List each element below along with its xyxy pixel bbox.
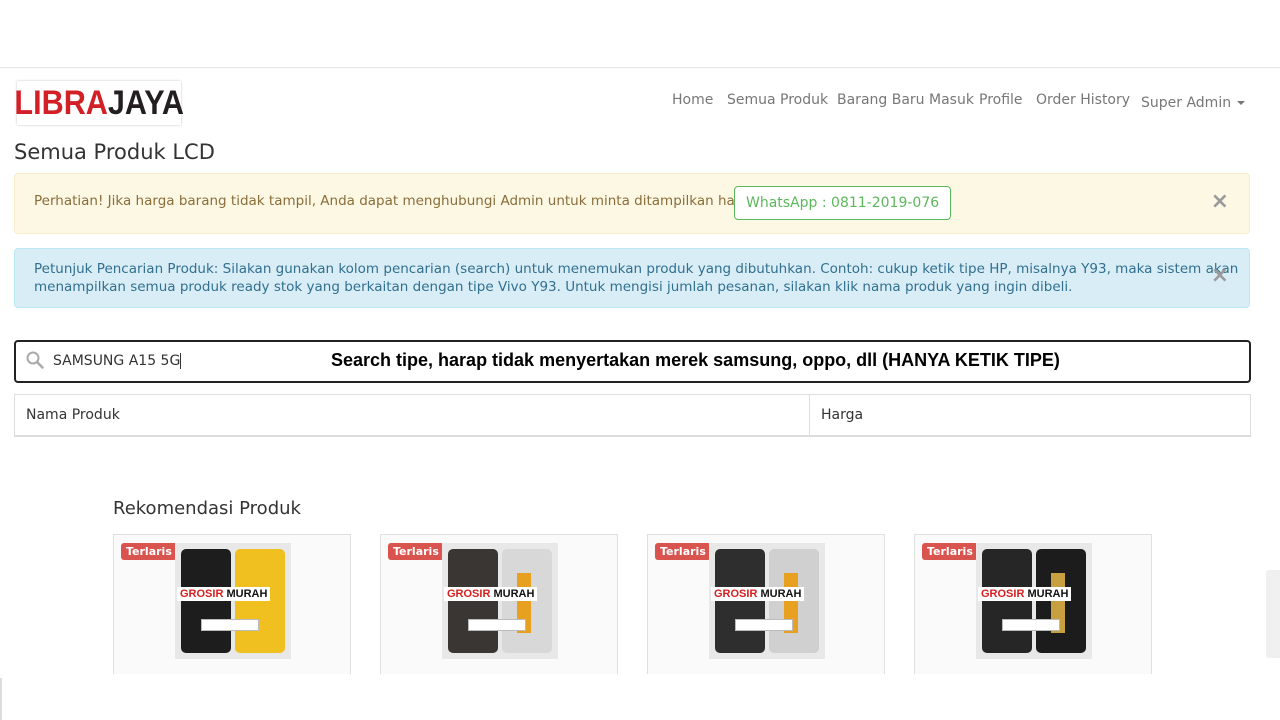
- nav-semua-produk[interactable]: Semua Produk: [727, 92, 828, 108]
- user-menu-label: Super Admin: [1141, 95, 1232, 111]
- bestseller-badge: Terlaris: [388, 543, 444, 560]
- bestseller-badge: Terlaris: [922, 543, 978, 560]
- info-alert-line-2: menampilkan semua produk ready stok yang…: [34, 279, 1073, 295]
- product-card[interactable]: Terlaris GROSIR MURAH: [647, 534, 885, 674]
- product-image[interactable]: GROSIR MURAH: [709, 543, 825, 659]
- product-image[interactable]: GROSIR MURAH: [175, 543, 291, 659]
- product-image[interactable]: GROSIR MURAH: [976, 543, 1092, 659]
- recommendation-title: Rekomendasi Produk: [113, 498, 301, 519]
- promo-label: GROSIR MURAH: [978, 587, 1072, 601]
- edge-divider: [0, 678, 2, 720]
- nav-profile[interactable]: Profile: [979, 92, 1023, 108]
- warning-alert: Perhatian! Jika harga barang tidak tampi…: [14, 173, 1250, 234]
- logo-text: LIBRAJAYA: [14, 86, 184, 120]
- logo-part-libra: LIBRA: [14, 84, 108, 122]
- product-table-header: Nama Produk Harga: [14, 394, 1251, 437]
- close-icon[interactable]: ×: [1211, 265, 1229, 287]
- product-image[interactable]: GROSIR MURAH: [442, 543, 558, 659]
- nav-barang-baru-masuk[interactable]: Barang Baru Masuk: [837, 92, 974, 108]
- user-menu-dropdown[interactable]: Super Admin: [1141, 95, 1246, 111]
- page-title: Semua Produk LCD: [14, 140, 215, 164]
- promo-label: GROSIR MURAH: [711, 587, 805, 601]
- product-card[interactable]: Terlaris GROSIR MURAH: [914, 534, 1152, 674]
- search-hint: Search tipe, harap tidak menyertakan mer…: [331, 350, 1060, 370]
- bestseller-badge: Terlaris: [121, 543, 177, 560]
- promo-label: GROSIR MURAH: [177, 587, 271, 601]
- search-input[interactable]: SAMSUNG A15 5G Search tipe, harap tidak …: [14, 340, 1251, 383]
- bestseller-badge: Terlaris: [655, 543, 711, 560]
- scroll-tab[interactable]: [1266, 570, 1280, 658]
- product-card[interactable]: Terlaris GROSIR MURAH: [113, 534, 351, 674]
- close-icon[interactable]: ×: [1211, 191, 1229, 213]
- nav-home[interactable]: Home: [672, 92, 713, 108]
- search-icon: [26, 351, 44, 369]
- promo-label: GROSIR MURAH: [444, 587, 538, 601]
- warning-alert-text: Perhatian! Jika harga barang tidak tampi…: [34, 193, 762, 209]
- nav-order-history[interactable]: Order History: [1036, 92, 1130, 108]
- whatsapp-button[interactable]: WhatsApp : 0811-2019-076: [734, 186, 952, 220]
- info-alert-line-1: Petunjuk Pencarian Produk: Silakan gunak…: [34, 261, 1239, 277]
- info-alert: Petunjuk Pencarian Produk: Silakan gunak…: [14, 248, 1250, 308]
- logo-part-jaya: JAYA: [107, 84, 184, 122]
- top-blank-area: [0, 0, 1280, 68]
- column-harga[interactable]: Harga: [810, 395, 863, 436]
- search-value[interactable]: SAMSUNG A15 5G: [53, 353, 182, 369]
- brand-logo[interactable]: LIBRAJAYA: [14, 81, 184, 125]
- column-nama-produk[interactable]: Nama Produk: [15, 395, 810, 436]
- product-card[interactable]: Terlaris GROSIR MURAH: [380, 534, 618, 674]
- navbar: LIBRAJAYA Home Semua Produk Barang Baru …: [0, 68, 1280, 130]
- chevron-down-icon: [1237, 101, 1246, 105]
